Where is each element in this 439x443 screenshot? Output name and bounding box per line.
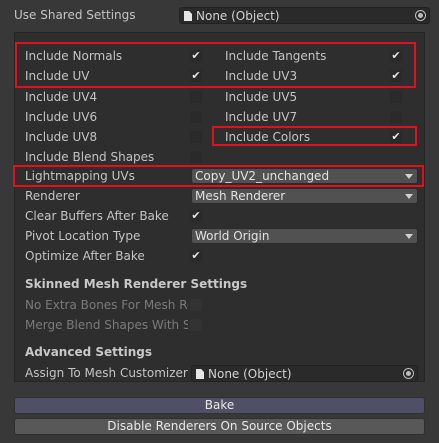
document-icon	[184, 11, 192, 21]
include-uv4-checkbox[interactable]	[190, 91, 202, 103]
optimize-after-bake-checkbox[interactable]: ✔	[190, 250, 202, 262]
highlight-box-colors	[212, 126, 417, 146]
merge-blend-shapes-label: Merge Blend Shapes With Sa	[25, 318, 188, 332]
include-uv6-label: Include UV6	[25, 110, 98, 124]
object-picker-icon[interactable]	[403, 368, 414, 379]
skinned-section-title: Skinned Mesh Renderer Settings	[25, 277, 248, 291]
object-picker-icon[interactable]	[415, 10, 426, 21]
checkmark-icon: ✔	[191, 249, 201, 262]
document-icon	[196, 369, 204, 379]
shared-settings-value: None (Object)	[196, 9, 280, 23]
optimize-after-bake-label: Optimize After Bake	[25, 249, 145, 263]
highlight-box-lightmapping	[13, 165, 424, 187]
dropdown-arrow-icon	[405, 194, 413, 199]
dropdown-arrow-icon	[405, 234, 413, 239]
include-uv5-checkbox[interactable]	[390, 91, 402, 103]
bake-button[interactable]: Bake	[14, 397, 425, 414]
include-uv4-label: Include UV4	[25, 90, 98, 104]
use-shared-settings-label: Use Shared Settings	[14, 8, 136, 22]
include-uv8-checkbox[interactable]	[190, 131, 202, 143]
assign-customizer-label: Assign To Mesh Customizer	[25, 366, 188, 380]
highlight-box-normals-uv	[15, 42, 416, 88]
include-uv5-label: Include UV5	[225, 90, 298, 104]
merge-blend-shapes-checkbox[interactable]	[190, 319, 202, 331]
include-uv7-label: Include UV7	[225, 110, 298, 124]
checkmark-icon: ✔	[191, 209, 201, 222]
clear-buffers-checkbox[interactable]: ✔	[190, 210, 202, 222]
renderer-label: Renderer	[25, 189, 80, 203]
pivot-location-dropdown[interactable]: World Origin	[191, 228, 418, 244]
include-uv7-checkbox[interactable]	[390, 111, 402, 123]
disable-renderers-button[interactable]: Disable Renderers On Source Objects	[14, 418, 425, 435]
assign-customizer-value: None (Object)	[208, 367, 292, 381]
advanced-section-title: Advanced Settings	[25, 345, 153, 359]
renderer-value: Mesh Renderer	[195, 189, 286, 203]
assign-customizer-field[interactable]: None (Object)	[191, 365, 418, 382]
shared-settings-field[interactable]: None (Object)	[179, 7, 430, 24]
include-blend-shapes-label: Include Blend Shapes	[25, 150, 155, 164]
no-extra-bones-checkbox[interactable]	[190, 299, 202, 311]
renderer-dropdown[interactable]: Mesh Renderer	[191, 188, 418, 204]
clear-buffers-label: Clear Buffers After Bake	[25, 209, 169, 223]
include-uv6-checkbox[interactable]	[190, 111, 202, 123]
include-blend-shapes-checkbox[interactable]	[190, 151, 202, 163]
pivot-location-value: World Origin	[195, 229, 270, 243]
pivot-location-label: Pivot Location Type	[25, 229, 141, 243]
include-uv8-label: Include UV8	[25, 130, 98, 144]
no-extra-bones-label: No Extra Bones For Mesh Rer	[25, 298, 188, 312]
